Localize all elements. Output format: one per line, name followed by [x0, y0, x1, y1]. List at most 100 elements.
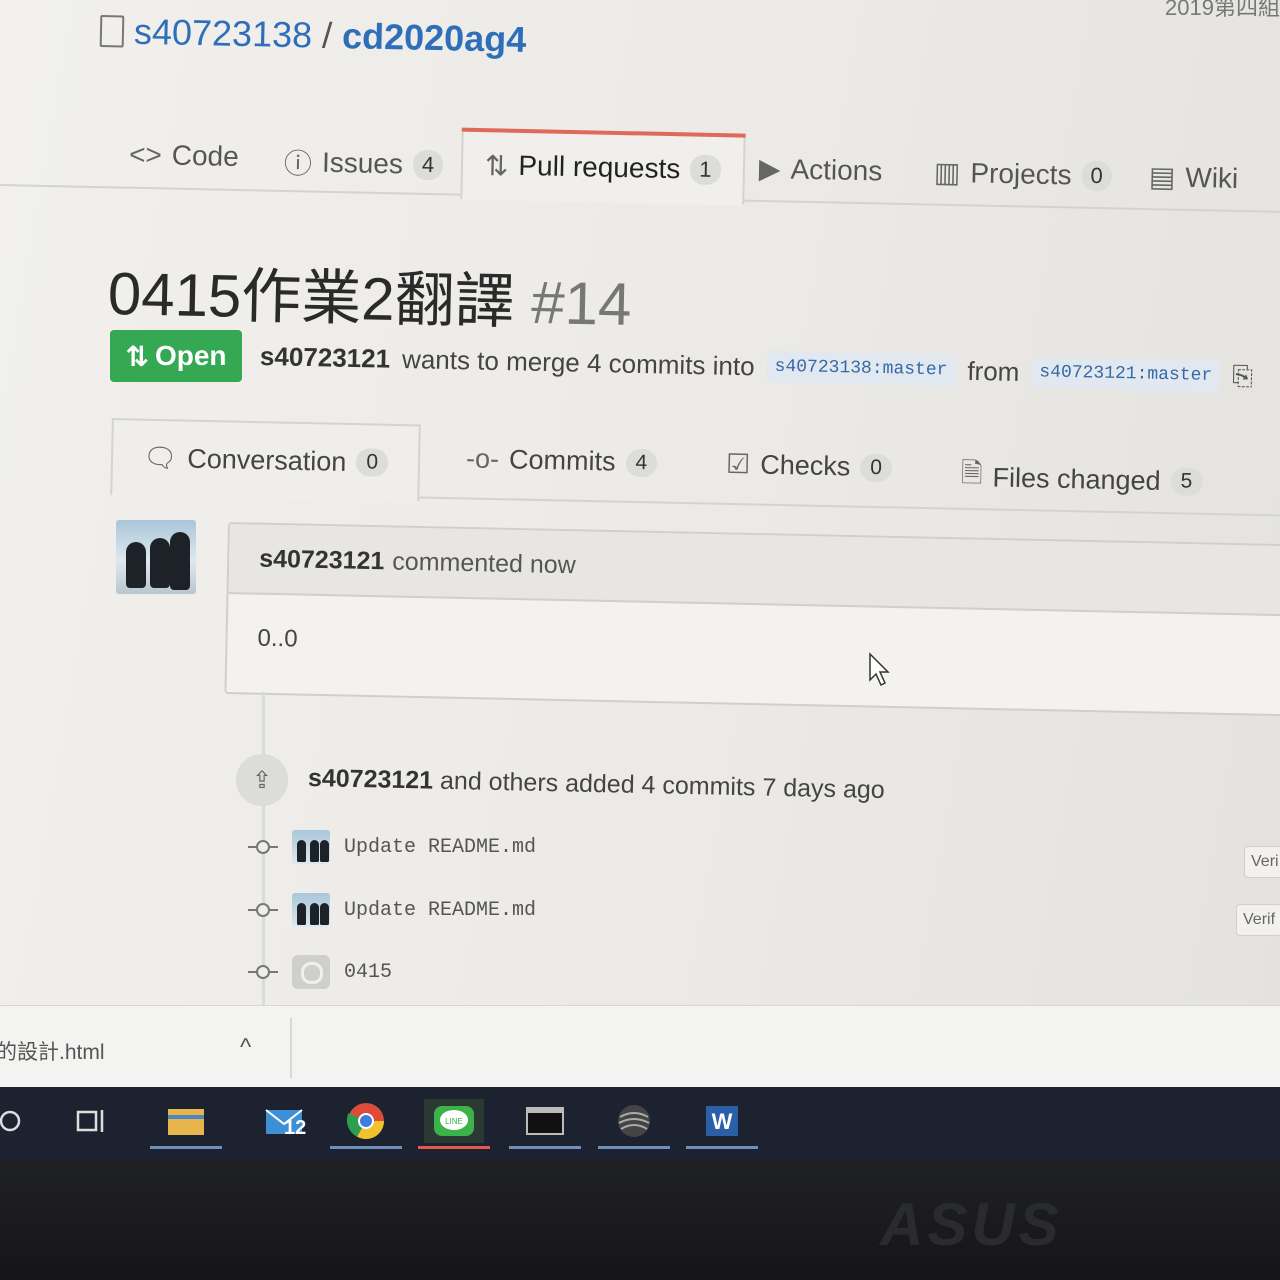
head-branch[interactable]: s40723121:master	[1031, 356, 1221, 393]
project-icon: ▥	[933, 156, 961, 189]
penguin-shape	[320, 903, 329, 925]
chevron-up-icon[interactable]: ^	[240, 1034, 251, 1062]
tab-code[interactable]: <> Code	[129, 139, 239, 173]
tab-checks-count: 0	[859, 453, 893, 482]
penguin-shape	[310, 903, 319, 925]
laptop-bezel	[0, 1160, 1280, 1280]
tab-projects-count: 0	[1081, 160, 1113, 191]
active-indicator	[598, 1146, 670, 1149]
svg-text:W: W	[712, 1109, 733, 1134]
commits-added-event: s40723121 and others added 4 commits 7 d…	[308, 764, 885, 805]
active-indicator	[418, 1146, 490, 1149]
mail-icon[interactable]: 12	[254, 1099, 314, 1143]
commit-icon	[248, 902, 278, 918]
comment-author-link[interactable]: s40723121	[259, 544, 385, 576]
penguin-shape	[126, 542, 146, 588]
copy-icon[interactable]: ⎘	[1232, 360, 1253, 392]
event-author-link[interactable]: s40723121	[308, 764, 434, 795]
event-text: and others added 4 commits 7 days ago	[439, 766, 885, 805]
active-indicator	[509, 1146, 581, 1149]
pr-title: 0415作業2翻譯 #14	[107, 245, 632, 343]
file-explorer-icon[interactable]	[150, 1099, 222, 1149]
commit-row: Update README.md	[248, 830, 536, 864]
download-divider	[290, 1018, 292, 1078]
tab-projects[interactable]: ▥ Projects 0	[934, 156, 1113, 193]
penguin-shape	[297, 903, 306, 925]
pull-request-icon: ⇅	[484, 149, 509, 182]
tab-conversation[interactable]: 🗨 Conversation 0	[110, 417, 421, 503]
play-icon: ▶	[758, 152, 781, 185]
from-text: from	[967, 355, 1020, 387]
repo-push-icon: ⇪	[236, 754, 288, 806]
tab-issues[interactable]: ⓘ Issues 4	[284, 142, 444, 185]
pr-meta-text: wants to merge 4 commits into	[401, 343, 755, 381]
app-sphere-icon[interactable]	[598, 1099, 670, 1149]
line-app-icon[interactable]: LINE	[418, 1099, 490, 1149]
repo-nav-tabs: <> Code ⓘ Issues 4 ⇅ Pull requests 1 ▶ A…	[0, 112, 1280, 239]
mouse-cursor-icon	[869, 652, 890, 687]
tab-checks-label: Checks	[759, 449, 851, 482]
terminal-icon[interactable]	[509, 1099, 581, 1149]
browser-screen: s40723138 / cd2020ag4 2019第四組 <> Code ⓘ …	[0, 0, 1280, 1160]
pr-state-label: Open	[154, 340, 227, 371]
active-indicator	[150, 1146, 222, 1149]
penguin-shape	[170, 532, 190, 590]
repo-name-link[interactable]: cd2020ag4	[342, 15, 527, 61]
issue-icon: ⓘ	[283, 147, 313, 180]
commit-avatar[interactable]	[292, 893, 330, 927]
pr-meta: s40723121 wants to merge 4 commits into …	[260, 340, 1253, 393]
commit-row: 0415	[248, 955, 392, 989]
tab-pull-requests-label: Pull requests	[518, 149, 681, 185]
tab-actions[interactable]: ▶ Actions	[759, 152, 883, 188]
commit-row: Update README.md	[248, 893, 536, 927]
checklist-icon: ☑	[725, 448, 751, 480]
tab-projects-label: Projects	[970, 156, 1072, 190]
comment-action: commented now	[392, 546, 577, 579]
chrome-icon[interactable]	[330, 1099, 402, 1149]
tab-wiki-label: Wiki	[1185, 161, 1239, 194]
penguin-shape	[297, 840, 306, 862]
tab-pull-requests[interactable]: ⇅ Pull requests 1	[460, 129, 746, 206]
verified-badge[interactable]: Veri	[1244, 846, 1280, 878]
comment-body: 0..0	[257, 624, 298, 653]
commit-avatar[interactable]	[292, 830, 330, 864]
pr-number: #14	[530, 268, 633, 338]
pr-author-link[interactable]: s40723121	[260, 341, 391, 375]
penguin-shape	[150, 538, 170, 588]
commit-message-link[interactable]: Update README.md	[344, 899, 536, 922]
book-icon: ▤	[1148, 161, 1176, 193]
commit-message-link[interactable]: 0415	[344, 961, 392, 984]
tab-files-changed[interactable]: 🗎 Files changed 5	[960, 454, 1203, 505]
search-icon[interactable]	[0, 1099, 40, 1143]
task-view-icon[interactable]	[62, 1099, 122, 1143]
verified-badge[interactable]: Verif	[1236, 904, 1280, 936]
commit-message-link[interactable]: Update README.md	[344, 836, 536, 859]
download-bar	[0, 1005, 1280, 1088]
repo-owner-link[interactable]: s40723138	[134, 11, 313, 57]
penguin-shape	[320, 840, 329, 862]
line-app-label: LINE	[445, 1117, 463, 1126]
tab-commits[interactable]: -o- Commits 4	[466, 443, 658, 478]
repo-icon	[99, 15, 125, 48]
tab-files-changed-label: Files changed	[992, 461, 1161, 496]
pr-tabs: 🗨 Conversation 0 -o- Commits 4 ☑ Checks …	[110, 412, 1280, 527]
taskbar: 12 LINE W	[0, 1087, 1280, 1160]
tab-commits-label: Commits	[508, 444, 616, 477]
tab-pull-requests-count: 1	[689, 154, 721, 186]
conversation-icon: 🗨	[142, 442, 178, 474]
tab-code-label: Code	[171, 139, 240, 173]
pr-state-badge: ⇅ Open	[110, 330, 242, 382]
word-icon[interactable]: W	[686, 1099, 758, 1149]
tab-issues-label: Issues	[321, 146, 404, 180]
tab-checks[interactable]: ☑ Checks 0	[726, 449, 893, 483]
avatar[interactable]	[116, 520, 196, 594]
tab-wiki[interactable]: ▤ Wiki	[1149, 160, 1239, 195]
active-indicator	[686, 1146, 758, 1149]
tab-actions-label: Actions	[790, 153, 883, 186]
tab-files-changed-count: 5	[1170, 467, 1203, 496]
comment-header: s40723121 commented now	[228, 524, 1280, 617]
github-avatar-icon[interactable]	[292, 955, 330, 989]
tab-conversation-label: Conversation	[187, 443, 347, 477]
base-branch[interactable]: s40723138:master	[766, 350, 956, 387]
download-item-name[interactable]: 的設計.html	[0, 1036, 105, 1066]
